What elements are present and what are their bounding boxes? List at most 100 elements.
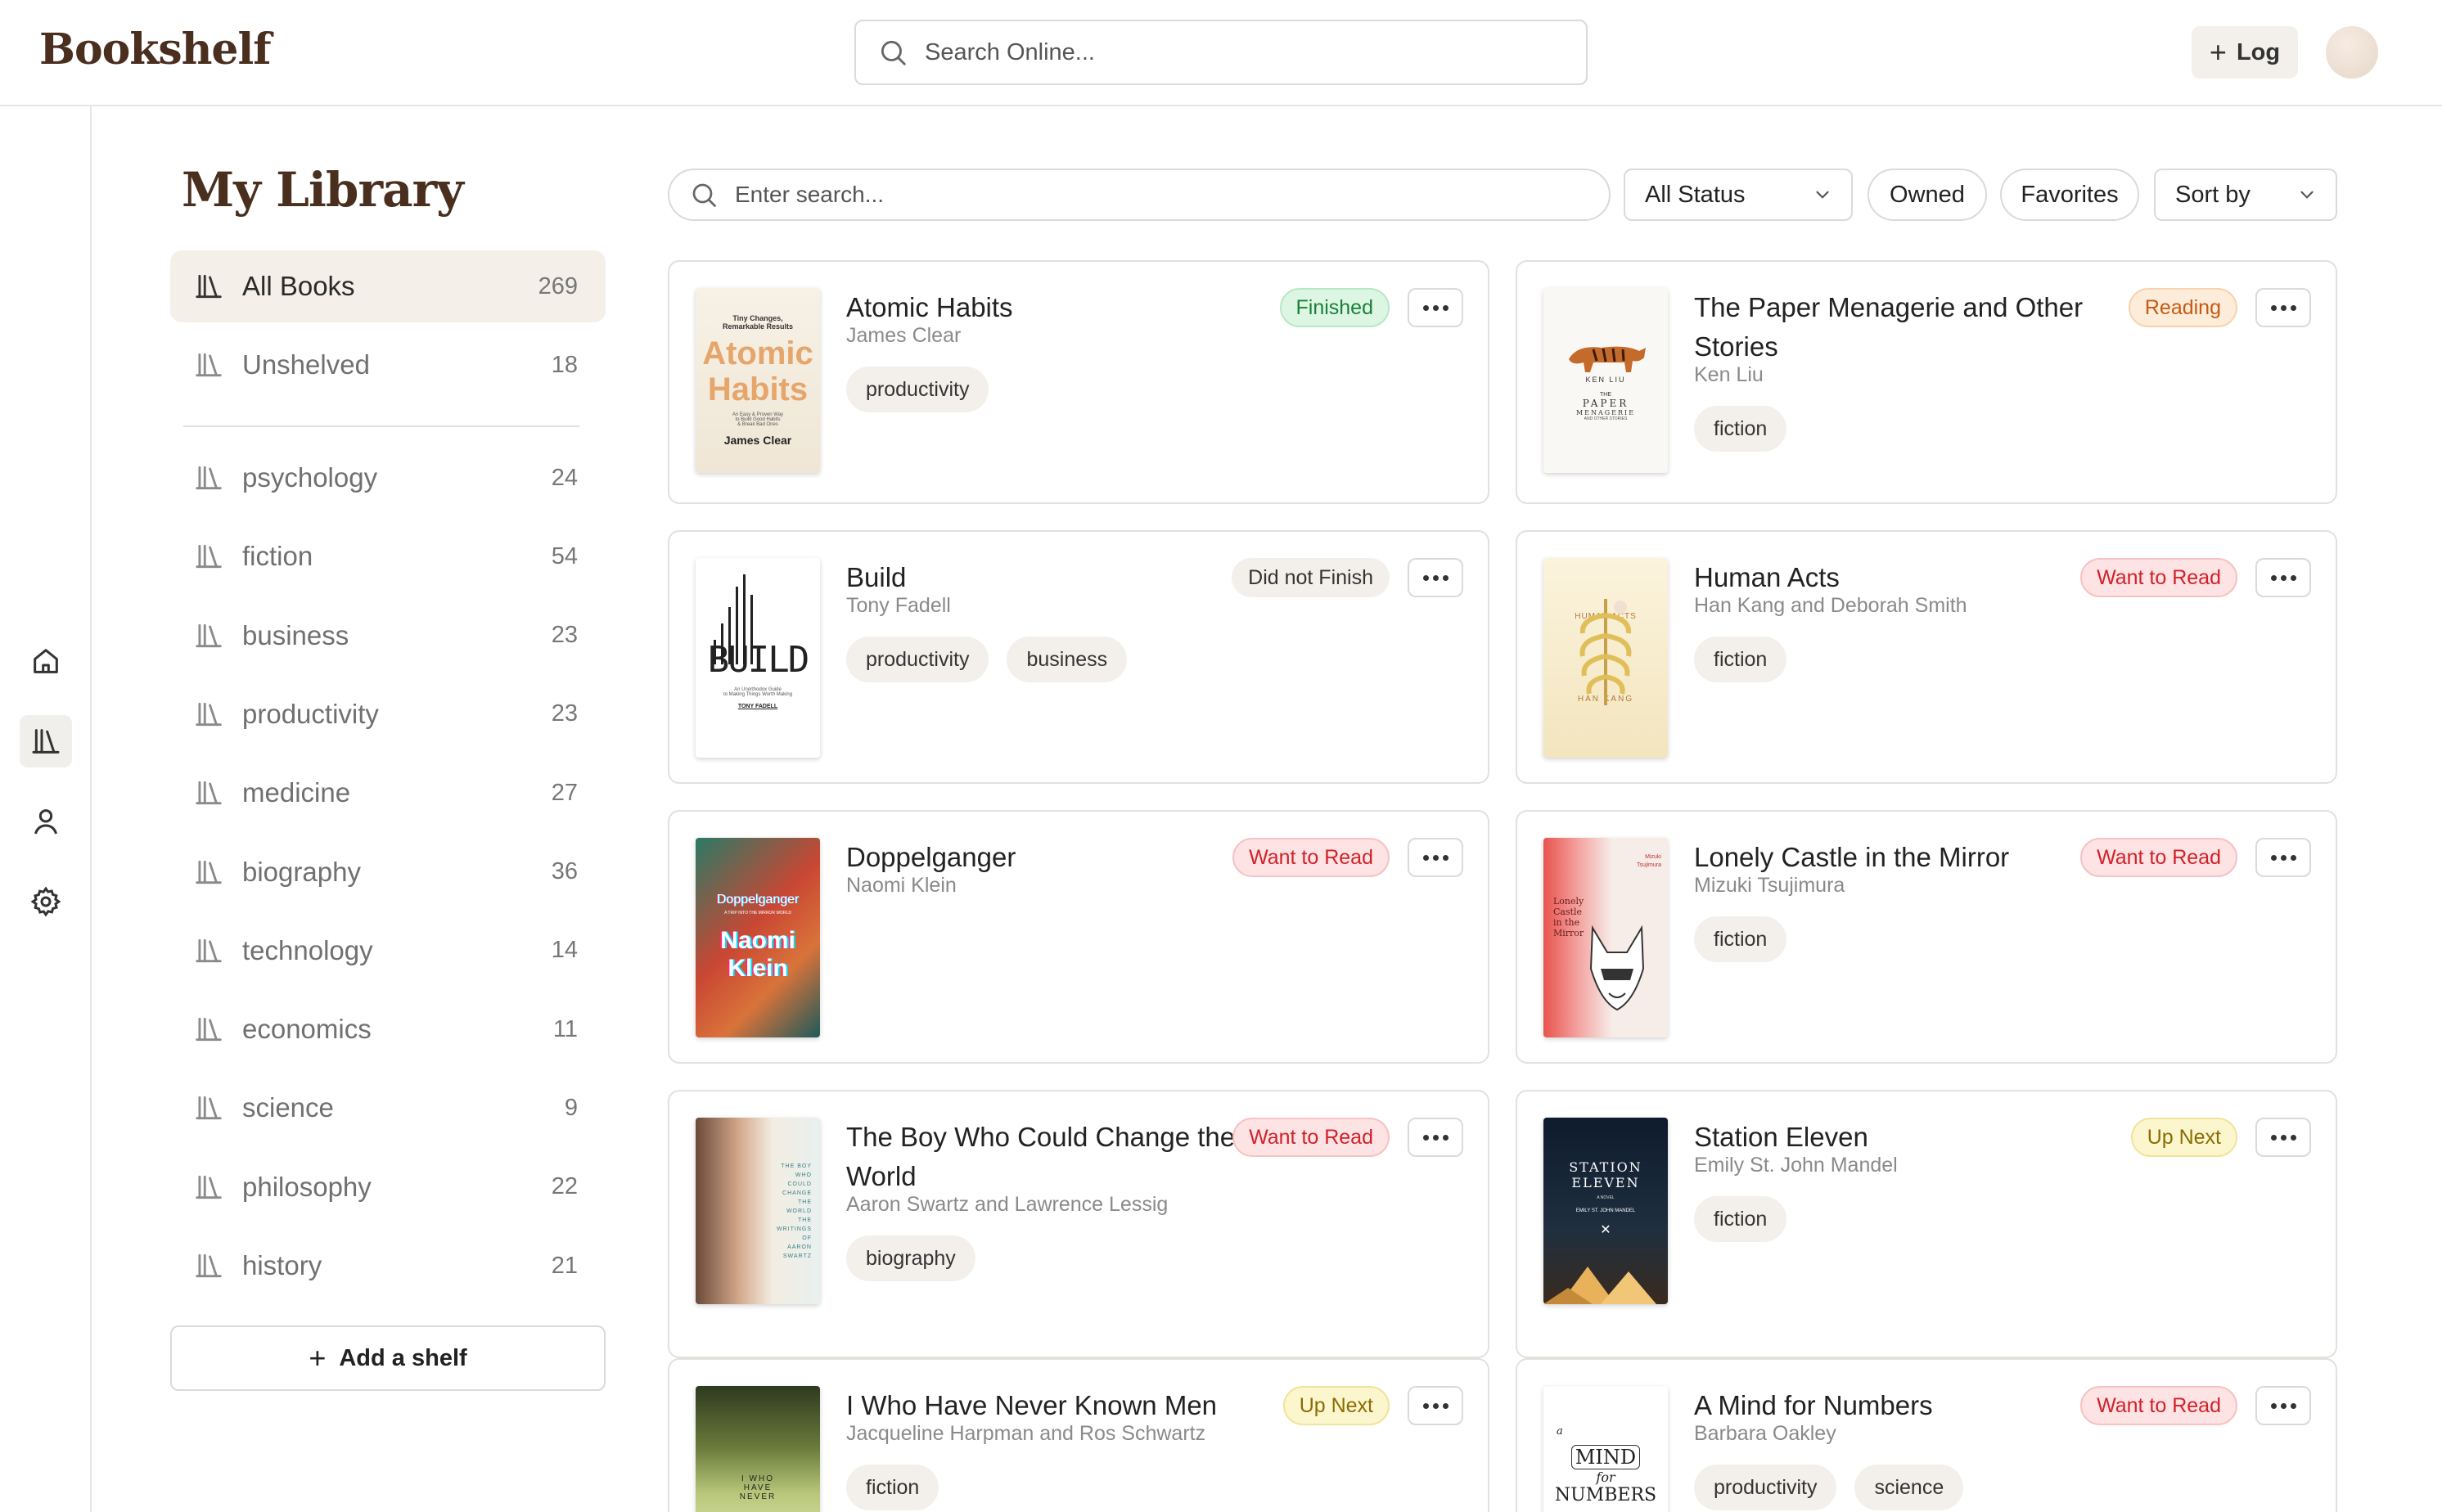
more-options-button[interactable] (2255, 1118, 2311, 1157)
more-options-button[interactable] (1408, 1386, 1463, 1425)
tag-chip[interactable]: biography (846, 1235, 975, 1281)
book-title[interactable]: The Boy Who Could Change the World (846, 1118, 1288, 1196)
shelf-item-medicine[interactable]: medicine 27 (170, 757, 606, 829)
cover-text: AARON (787, 1244, 812, 1250)
more-options-button[interactable] (1408, 558, 1463, 597)
shelf-item-history[interactable]: history 21 (170, 1230, 606, 1302)
shelf-item-psychology[interactable]: psychology 24 (170, 442, 606, 514)
avatar[interactable] (2326, 26, 2378, 79)
status-badge[interactable]: Did not Finish (1232, 558, 1390, 597)
status-badge[interactable]: Reading (2128, 288, 2237, 327)
book-card[interactable]: HUMAN ACTS HAN KANG Human Acts Han Kang and… (1516, 530, 2337, 784)
favorites-filter-toggle[interactable]: Favorites (2000, 169, 2139, 221)
shelf-icon (193, 699, 224, 730)
book-title[interactable]: A Mind for Numbers (1694, 1386, 2136, 1425)
shelf-item-economics[interactable]: economics 11 (170, 993, 606, 1065)
tag-chip[interactable]: business (1007, 637, 1128, 682)
book-cover[interactable]: I WHO HAVE NEVER (696, 1386, 820, 1512)
owned-filter-toggle[interactable]: Owned (1868, 169, 1987, 221)
tag-chip[interactable]: fiction (1694, 637, 1787, 682)
shelf-item-fiction[interactable]: fiction 54 (170, 520, 606, 592)
rail-profile-button[interactable] (20, 795, 72, 848)
book-cover[interactable]: Tiny Changes, Remarkable Results Atomic Hab… (696, 288, 820, 473)
shelf-item-unshelved[interactable]: Unshelved 18 (170, 329, 606, 401)
book-card[interactable]: STATION ELEVEN A NOVEL EMILY ST. JOHN MANDE… (1516, 1090, 2337, 1358)
book-title[interactable]: Human Acts (1694, 558, 2136, 597)
status-badge[interactable]: Want to Read (2080, 558, 2237, 597)
add-shelf-button[interactable]: + Add a shelf (170, 1325, 606, 1391)
shelf-icon (193, 1014, 224, 1045)
status-badge[interactable]: Want to Read (2080, 1386, 2237, 1425)
more-options-button[interactable] (2255, 1386, 2311, 1425)
shelf-item-all-books[interactable]: All Books 269 (170, 250, 606, 322)
book-title[interactable]: Doppelganger (846, 838, 1288, 877)
book-cover[interactable]: STATION ELEVEN A NOVEL EMILY ST. JOHN MANDE… (1543, 1118, 1668, 1304)
shelf-item-biography[interactable]: biography 36 (170, 836, 606, 908)
tag-list: fiction (1694, 406, 1787, 452)
book-card[interactable]: Lonely Castle in the Mirror Mizuki Tsujimura L… (1516, 810, 2337, 1064)
tag-chip[interactable]: fiction (1694, 916, 1787, 962)
book-cover[interactable]: BUILD An Unorthodox Guide to Making Things… (696, 558, 820, 758)
book-title[interactable]: Atomic Habits (846, 288, 1288, 327)
brand-logo[interactable]: Bookshelf (39, 25, 272, 74)
book-card[interactable]: Tiny Changes, Remarkable Results Atomic Hab… (668, 260, 1489, 504)
library-search-box[interactable] (668, 169, 1611, 221)
shelf-item-productivity[interactable]: productivity 23 (170, 678, 606, 750)
book-title[interactable]: I Who Have Never Known Men (846, 1386, 1288, 1425)
status-badge[interactable]: Want to Read (2080, 838, 2237, 877)
status-badge[interactable]: Want to Read (1232, 1118, 1390, 1157)
book-card[interactable]: Doppelganger A TRIP INTO THE MIRROR WORLD… (668, 810, 1489, 1064)
shelf-item-business[interactable]: business 23 (170, 600, 606, 672)
cover-text: James Clear (723, 434, 792, 447)
book-title[interactable]: Build (846, 558, 1288, 597)
status-badge[interactable]: Up Next (2130, 1118, 2237, 1157)
online-search-input[interactable] (925, 38, 1563, 66)
tag-chip[interactable]: productivity (1694, 1465, 1837, 1510)
cover-text: WHO (795, 1172, 812, 1178)
book-title[interactable]: Station Eleven (1694, 1118, 2136, 1157)
book-title[interactable]: The Paper Menagerie and Other Stories (1694, 288, 2136, 367)
book-cover[interactable]: THE BOY WHO COULD CHANGE THE WORLD THE WRITINGS… (696, 1118, 820, 1304)
shelf-item-technology[interactable]: technology 14 (170, 915, 606, 987)
more-dot-icon (1422, 574, 1429, 581)
book-card[interactable]: KEN LIU THE PAPER MENAGERIE AND OTHER STORIE… (1516, 260, 2337, 504)
tag-chip[interactable]: fiction (846, 1465, 939, 1510)
status-badge[interactable]: Finished (1279, 288, 1390, 327)
more-options-button[interactable] (1408, 1118, 1463, 1157)
shelf-item-philosophy[interactable]: philosophy 22 (170, 1151, 606, 1223)
library-search-input[interactable] (735, 182, 1553, 208)
book-cover[interactable]: HUMAN ACTS HAN KANG (1543, 558, 1668, 758)
status-badge[interactable]: Want to Read (1232, 838, 1390, 877)
tag-chip[interactable]: science (1854, 1465, 1964, 1510)
book-card[interactable]: BUILD An Unorthodox Guide to Making Things… (668, 530, 1489, 784)
book-cover[interactable]: KEN LIU THE PAPER MENAGERIE AND OTHER STORIE… (1543, 288, 1668, 473)
book-cover[interactable]: Doppelganger A TRIP INTO THE MIRROR WORLD… (696, 838, 820, 1037)
online-search-box[interactable] (854, 20, 1588, 85)
status-select[interactable]: All Status (1624, 169, 1853, 221)
tag-chip[interactable]: fiction (1694, 1196, 1787, 1242)
book-card[interactable]: THE BOY WHO COULD CHANGE THE WORLD THE WRITINGS… (668, 1090, 1489, 1358)
shelf-icon (193, 349, 224, 380)
more-options-button[interactable] (1408, 838, 1463, 877)
tag-list: fiction (846, 1465, 939, 1510)
tag-chip[interactable]: productivity (846, 637, 989, 682)
more-options-button[interactable] (2255, 558, 2311, 597)
book-title[interactable]: Lonely Castle in the Mirror (1694, 838, 2136, 877)
rail-library-button[interactable] (20, 715, 72, 767)
book-card[interactable]: a MIND for NUMBERS A Mind for Numbers Barbara… (1516, 1358, 2337, 1512)
shelf-icon (193, 777, 224, 808)
more-options-button[interactable] (2255, 838, 2311, 877)
book-cover[interactable]: a MIND for NUMBERS (1543, 1386, 1668, 1512)
book-cover[interactable]: Lonely Castle in the Mirror Mizuki Tsujimura (1543, 838, 1668, 1037)
tag-chip[interactable]: fiction (1694, 406, 1787, 452)
status-badge[interactable]: Up Next (1282, 1386, 1390, 1425)
rail-home-button[interactable] (20, 635, 72, 687)
rail-settings-button[interactable] (20, 875, 72, 928)
book-card[interactable]: I WHO HAVE NEVER I Who Have Never Known Men… (668, 1358, 1489, 1512)
more-options-button[interactable] (2255, 288, 2311, 327)
log-button[interactable]: + Log (2192, 26, 2298, 79)
shelf-item-science[interactable]: science 9 (170, 1072, 606, 1144)
sort-select[interactable]: Sort by (2154, 169, 2337, 221)
more-options-button[interactable] (1408, 288, 1463, 327)
tag-chip[interactable]: productivity (846, 367, 989, 412)
